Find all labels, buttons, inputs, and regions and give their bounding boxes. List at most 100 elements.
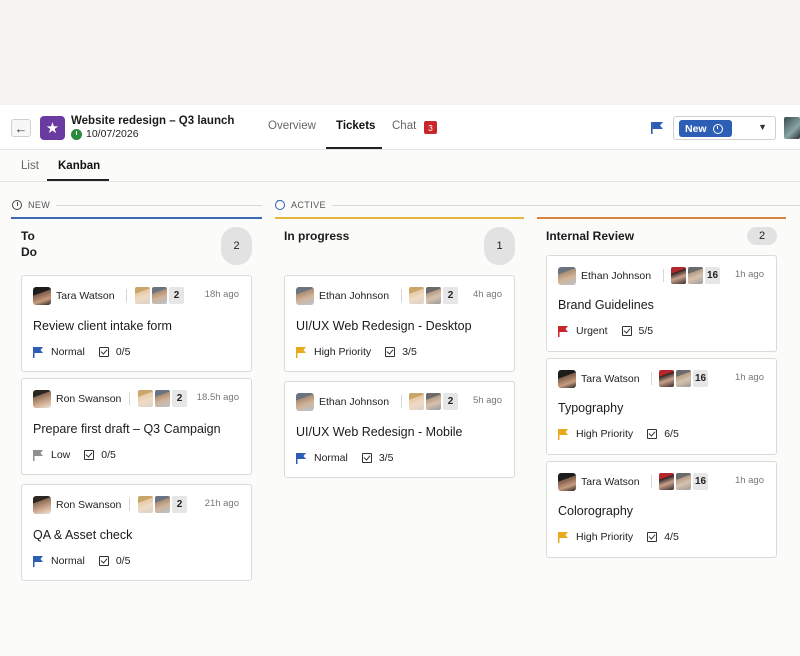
- updated-time: 5h ago: [472, 395, 502, 406]
- assignee-avatar: [135, 287, 150, 304]
- assignees[interactable]: 2: [138, 390, 187, 407]
- ticket-card[interactable]: Ron Swanson 2 18.5h ago Prepare first dr…: [21, 378, 252, 475]
- owner-avatar: [33, 390, 51, 408]
- ticket-card[interactable]: Ethan Johnson 2 4h ago UI/UX Web Redesig…: [284, 275, 515, 372]
- ticket-title[interactable]: Colorography: [558, 504, 633, 518]
- assignee-avatar: [409, 287, 424, 304]
- owner-avatar: [296, 287, 314, 305]
- owner-name: Ron Swanson: [56, 499, 122, 511]
- ticket-title[interactable]: Brand Guidelines: [558, 298, 654, 312]
- checklist-progress: 4/5: [664, 531, 679, 543]
- assignees[interactable]: 2: [138, 496, 187, 513]
- priority-label: High Priority: [576, 428, 634, 440]
- column-title: In progress: [284, 229, 350, 243]
- view-switcher: List Kanban: [0, 150, 800, 182]
- assignee-count: 2: [443, 393, 458, 410]
- ticket-title[interactable]: UI/UX Web Redesign - Mobile: [296, 425, 463, 439]
- ticket-title[interactable]: Typography: [558, 401, 623, 415]
- ticket-meta: Normal 3/5: [296, 452, 393, 464]
- tab-chat[interactable]: Chat: [392, 120, 416, 132]
- ticket-card[interactable]: Ethan Johnson 2 5h ago UI/UX Web Redesig…: [284, 381, 515, 478]
- flag-icon: [33, 346, 43, 358]
- assignees[interactable]: 16: [671, 267, 721, 284]
- assignee-avatar: [671, 267, 686, 284]
- column-title-line: To: [21, 229, 35, 243]
- ticket-card[interactable]: Ethan Johnson 16 1h ago Brand Guidelines…: [546, 255, 777, 352]
- owner-name: Ethan Johnson: [581, 270, 652, 282]
- group-new: NEW: [12, 200, 50, 210]
- owner-avatar: [558, 267, 576, 285]
- assignees[interactable]: 2: [409, 287, 458, 304]
- view-tab-list[interactable]: List: [21, 160, 39, 172]
- flag-icon[interactable]: [651, 122, 663, 134]
- assignee-count: 2: [172, 496, 187, 513]
- checklist-icon: [385, 347, 396, 357]
- assignee-count: 2: [172, 390, 187, 407]
- checklist-progress: 3/5: [378, 452, 394, 464]
- dots-circle-icon: [275, 196, 285, 210]
- checklist-icon: [361, 453, 372, 463]
- project-header: ← ★ Website redesign – Q3 launch 10/07/2…: [0, 105, 800, 150]
- assignee-avatar: [659, 473, 674, 490]
- back-button[interactable]: ←: [11, 119, 31, 137]
- ticket-title[interactable]: UI/UX Web Redesign - Desktop: [296, 319, 472, 333]
- owner-name: Tara Watson: [56, 290, 115, 302]
- group-divider: [332, 205, 800, 206]
- assignee-avatar: [688, 267, 703, 284]
- assignees[interactable]: 2: [409, 393, 458, 410]
- checklist-icon: [98, 347, 109, 357]
- ticket-title[interactable]: QA & Asset check: [33, 528, 132, 542]
- assignees[interactable]: 16: [659, 473, 709, 490]
- tab-tickets[interactable]: Tickets: [336, 120, 375, 132]
- ticket-title[interactable]: Prepare first draft – Q3 Campaign: [33, 422, 221, 436]
- tab-overview[interactable]: Overview: [268, 120, 316, 132]
- flag-icon: [33, 555, 43, 567]
- assignees[interactable]: 2: [135, 287, 184, 304]
- view-tab-kanban[interactable]: Kanban: [58, 160, 100, 172]
- updated-time: 18h ago: [204, 289, 239, 300]
- ticket-card[interactable]: Tara Watson 16 1h ago Typography High Pr…: [546, 358, 777, 455]
- star-icon: ★: [40, 116, 65, 140]
- alarm-clock-icon: [71, 128, 82, 140]
- ticket-card[interactable]: Ron Swanson 2 21h ago QA & Asset check N…: [21, 484, 252, 581]
- column-count: 1: [484, 227, 515, 265]
- ticket-title[interactable]: Review client intake form: [33, 319, 172, 333]
- checklist-icon: [98, 556, 109, 566]
- group-active: ACTIVE: [275, 196, 326, 210]
- group-label: NEW: [28, 200, 51, 210]
- flag-icon: [296, 452, 306, 464]
- column-title-line: Do: [21, 245, 37, 259]
- priority-label: High Priority: [576, 531, 634, 543]
- divider: [663, 269, 664, 282]
- column-title: Internal Review: [546, 229, 635, 243]
- project-date: 10/07/2026: [86, 128, 139, 140]
- status-pill: New: [679, 120, 732, 137]
- assignee-count: 16: [693, 370, 709, 387]
- user-avatar[interactable]: [784, 117, 800, 139]
- assignee-avatar: [155, 390, 170, 407]
- checklist-icon: [647, 429, 658, 439]
- assignee-avatar: [426, 287, 441, 304]
- status-dropdown[interactable]: New ▼: [673, 116, 776, 140]
- updated-time: 1h ago: [734, 372, 764, 383]
- flag-icon: [558, 428, 568, 440]
- chat-unread-badge: 3: [424, 121, 437, 134]
- column-count: 2: [221, 227, 252, 265]
- clock-icon: [712, 123, 723, 134]
- ticket-card[interactable]: Tara Watson 2 18h ago Review client inta…: [21, 275, 252, 372]
- checklist-progress: 0/5: [115, 555, 131, 567]
- assignee-avatar: [152, 287, 167, 304]
- checklist-progress: 3/5: [402, 346, 417, 358]
- ticket-meta: High Priority 6/5: [558, 428, 679, 440]
- divider: [401, 289, 402, 302]
- checklist-icon: [647, 532, 658, 542]
- assignees[interactable]: 16: [659, 370, 709, 387]
- column-accent-bar: [275, 217, 524, 219]
- checklist-icon: [621, 326, 632, 336]
- ticket-meta: High Priority 4/5: [558, 531, 679, 543]
- divider: [126, 289, 127, 302]
- owner-avatar: [558, 473, 576, 491]
- flag-icon: [33, 449, 43, 461]
- group-divider: [56, 205, 262, 206]
- ticket-card[interactable]: Tara Watson 16 1h ago Colorography High …: [546, 461, 777, 558]
